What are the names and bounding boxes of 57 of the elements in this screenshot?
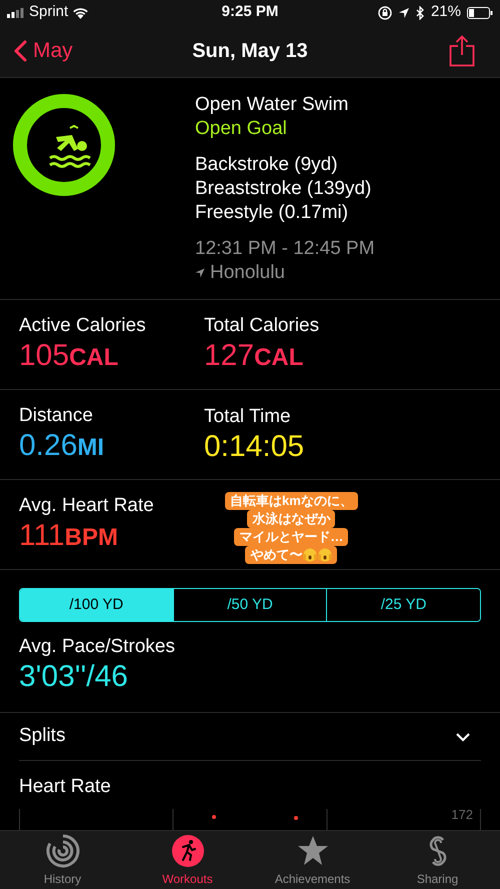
- runner-icon: [170, 834, 204, 868]
- stat-label: Total Time: [204, 404, 292, 428]
- workout-goal: Open Goal: [195, 117, 288, 141]
- star-icon: [296, 834, 330, 868]
- stroke-distance: Freestyle (0.17mi): [195, 201, 350, 225]
- goal-ring-icon: [12, 93, 116, 197]
- stat-value: 0:14:05: [204, 428, 304, 464]
- location-arrow-icon: [195, 268, 205, 278]
- stat-label: Total Calories: [204, 314, 320, 338]
- stroke-distance: Backstroke (9yd): [195, 153, 339, 177]
- chart-max-label: 172: [451, 806, 473, 824]
- emoji-icon: [318, 548, 332, 562]
- sticker-text: 水泳はなぜか: [252, 510, 330, 528]
- tab-bar-item[interactable]: Workouts: [125, 831, 250, 889]
- emoji-icon: [303, 548, 318, 562]
- stat-unit: CAL: [254, 342, 304, 372]
- section-title: Heart Rate: [19, 775, 112, 799]
- stat-value: 3'03''/46: [19, 659, 129, 695]
- tab-bar-item[interactable]: History: [0, 831, 125, 889]
- sticker-text: 自転車はkmなのに、: [230, 492, 353, 510]
- rings-icon: [46, 834, 80, 868]
- sticker-text: マイルとヤード…: [239, 528, 344, 546]
- chevron-left-icon: [14, 40, 27, 62]
- stroke-distance: Breaststroke (139yd): [195, 177, 372, 201]
- signal-icon: [7, 8, 25, 18]
- stat-label: Active Calories: [19, 314, 147, 338]
- chevron-down-icon: [455, 732, 471, 742]
- stat-value: 0.26: [19, 428, 78, 464]
- tab-bar-item[interactable]: Sharing: [375, 831, 500, 889]
- clock-time: 9:25 PM: [222, 2, 278, 22]
- rotation-lock-icon: [378, 6, 392, 20]
- stat-value: 127: [204, 338, 254, 374]
- stat-value: 111: [19, 518, 65, 554]
- stat-unit: CAL: [69, 342, 118, 372]
- sticker-text: やめて〜: [250, 546, 302, 564]
- bluetooth-icon: [416, 6, 425, 20]
- stat-label: Avg. Heart Rate: [19, 494, 155, 518]
- wifi-icon: [72, 6, 90, 18]
- tab-bar-item[interactable]: Achievements: [250, 831, 375, 889]
- stat-unit: BPM: [64, 522, 118, 552]
- workout-name: Open Water Swim: [195, 93, 350, 117]
- stat-label: Avg. Pace/Strokes: [19, 635, 176, 659]
- nav-title: Sun, May 13: [192, 39, 308, 64]
- battery-percent: 21%: [430, 2, 461, 22]
- pace-segment-tab[interactable]: /25 YD: [326, 589, 480, 621]
- back-button[interactable]: May: [14, 35, 73, 67]
- battery-icon: [467, 6, 493, 18]
- share-icon[interactable]: [449, 35, 475, 67]
- workout-location: Honolulu: [210, 261, 285, 285]
- stat-value: 105: [19, 338, 70, 374]
- stat-unit: MI: [77, 432, 104, 462]
- carrier-name: Sprint: [29, 2, 68, 22]
- pace-segment-tab[interactable]: /100 YD: [20, 589, 173, 621]
- splits-row[interactable]: Splits: [19, 713, 481, 761]
- time-range: 12:31 PM - 12:45 PM: [195, 237, 375, 261]
- location-arrow-icon: [398, 6, 410, 18]
- stat-label: Distance: [19, 404, 94, 428]
